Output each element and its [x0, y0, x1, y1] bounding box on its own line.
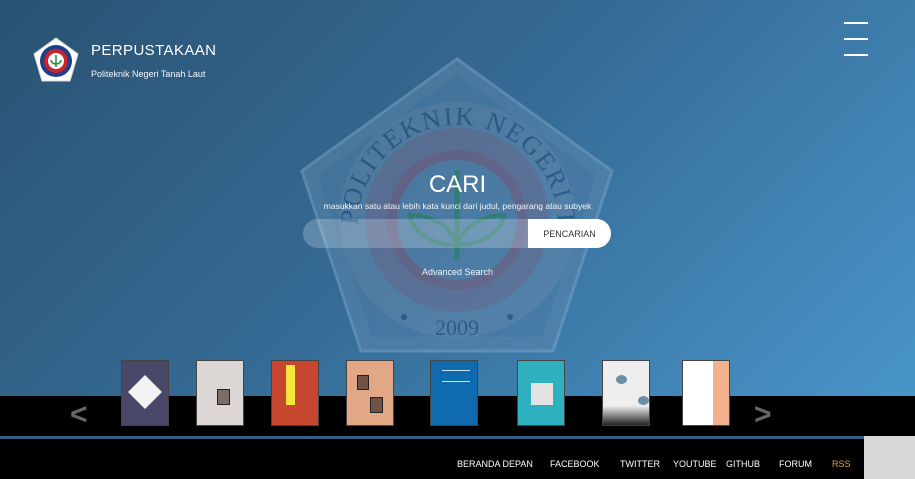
search-title: CARI [428, 171, 487, 198]
footer-link-forum[interactable]: FORUM [779, 459, 812, 469]
book-cover-8[interactable] [682, 360, 730, 426]
footer-link-rss[interactable]: RSS [832, 459, 851, 469]
footer-link-facebook[interactable]: FACEBOOK [550, 459, 600, 469]
brand[interactable]: PERPUSTAKAAN Politeknik Negeri Tanah Lau… [32, 36, 216, 84]
book-cover-5[interactable] [430, 360, 478, 426]
brand-text: PERPUSTAKAAN Politeknik Negeri Tanah Lau… [91, 42, 216, 79]
footer-link-youtube[interactable]: YOUTUBE [673, 459, 717, 469]
emblem-year: 2009 [435, 315, 479, 340]
institution-emblem-watermark: POLITEKNIK NEGERI TANAH LAUT 2009 [300, 55, 614, 353]
book-cover-1[interactable] [121, 360, 169, 426]
book-cover-2[interactable] [196, 360, 244, 426]
book-cover-7[interactable] [602, 360, 650, 426]
advanced-search-link[interactable]: Advanced Search [0, 267, 915, 277]
institution-logo [33, 37, 79, 82]
search-button[interactable]: PENCARIAN [528, 219, 611, 248]
footer-side-panel [864, 436, 915, 479]
footer-link-twitter[interactable]: TWITTER [620, 459, 660, 469]
carousel-prev-icon[interactable]: < [70, 398, 88, 432]
hamburger-icon[interactable] [844, 22, 868, 56]
carousel-next-icon[interactable]: > [754, 398, 772, 432]
search-box: PENCARIAN [303, 219, 611, 248]
search-hint: masukkan satu atau lebih kata kunci dari… [323, 201, 592, 211]
book-cover-4[interactable] [346, 360, 394, 426]
footer-link-beranda-depan[interactable]: BERANDA DEPAN [457, 459, 533, 469]
site-title: PERPUSTAKAAN [91, 41, 217, 59]
footer-link-github[interactable]: GITHUB [726, 459, 760, 469]
book-cover-6[interactable] [517, 360, 565, 426]
site-subtitle: Politeknik Negeri Tanah Laut [91, 68, 206, 79]
search-input[interactable] [303, 219, 528, 248]
book-cover-3[interactable] [271, 360, 319, 426]
